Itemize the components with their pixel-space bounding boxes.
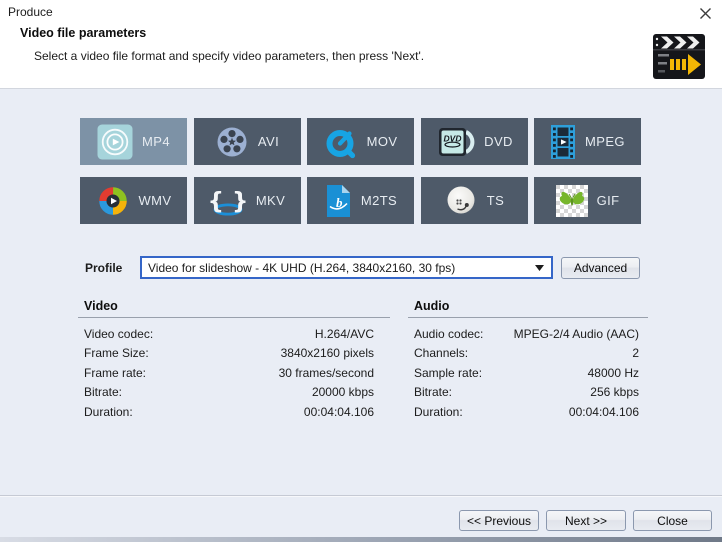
- gif-butterfly-icon: [556, 185, 588, 217]
- detail-row: Frame Size: 3840x2160 pixels: [78, 346, 390, 365]
- format-tile-mkv[interactable]: { } MKV: [194, 177, 301, 224]
- detail-row: Channels: 2: [408, 346, 648, 365]
- profile-label: Profile: [85, 261, 122, 275]
- detail-label: Bitrate:: [84, 385, 122, 399]
- detail-label: Duration:: [84, 405, 133, 419]
- detail-label: Duration:: [414, 405, 463, 419]
- avi-film-reel-icon: [215, 125, 249, 159]
- divider: [408, 317, 648, 318]
- detail-row: Audio codec: MPEG-2/4 Audio (AAC): [408, 327, 648, 346]
- format-tile-wmv[interactable]: WMV: [80, 177, 187, 224]
- mov-quicktime-icon: [324, 125, 358, 159]
- format-tile-avi[interactable]: AVI: [194, 118, 301, 165]
- format-grid: MP4 AVI MOV: [80, 118, 641, 224]
- detail-label: Bitrate:: [414, 385, 452, 399]
- chevron-down-icon: [535, 265, 544, 271]
- detail-row: Sample rate: 48000 Hz: [408, 366, 648, 385]
- ts-satellite-icon: [444, 184, 478, 218]
- format-label: MPEG: [585, 134, 625, 149]
- detail-value: 00:04:04.106: [569, 405, 639, 419]
- wmv-color-wheel-icon: [96, 184, 130, 218]
- detail-value: MPEG-2/4 Audio (AAC): [514, 327, 639, 341]
- detail-value: 00:04:04.106: [304, 405, 374, 419]
- detail-value: 48000 Hz: [588, 366, 639, 380]
- dvd-disc-icon: DVD: [435, 125, 475, 159]
- detail-label: Video codec:: [84, 327, 153, 341]
- format-label: WMV: [139, 193, 172, 208]
- detail-label: Sample rate:: [414, 366, 482, 380]
- format-tile-gif[interactable]: GIF: [534, 177, 641, 224]
- format-tile-dvd[interactable]: DVD DVD: [421, 118, 528, 165]
- profile-dropdown-value: Video for slideshow - 4K UHD (H.264, 384…: [148, 261, 455, 275]
- format-tile-m2ts[interactable]: b M2TS: [307, 177, 414, 224]
- detail-value: 20000 kbps: [312, 385, 374, 399]
- format-label: AVI: [258, 134, 279, 149]
- audio-details-section: Audio Audio codec: MPEG-2/4 Audio (AAC) …: [408, 299, 648, 424]
- advanced-button[interactable]: Advanced: [561, 257, 640, 279]
- detail-row: Bitrate: 256 kbps: [408, 385, 648, 404]
- clapperboard-icon: [653, 31, 709, 81]
- previous-button[interactable]: << Previous: [459, 510, 539, 531]
- mp4-icon: [97, 124, 133, 160]
- format-tile-ts[interactable]: TS: [421, 177, 528, 224]
- audio-heading: Audio: [408, 299, 648, 313]
- detail-row: Duration: 00:04:04.106: [408, 405, 648, 424]
- footer-divider: [0, 495, 722, 497]
- detail-label: Frame Size:: [84, 346, 149, 360]
- detail-row: Video codec: H.264/AVC: [78, 327, 390, 346]
- format-tile-mpeg[interactable]: MPEG: [534, 118, 641, 165]
- format-tile-mp4[interactable]: MP4: [80, 118, 187, 165]
- detail-value: 2: [632, 346, 639, 360]
- svg-text:{ }: { }: [209, 188, 247, 214]
- detail-value: H.264/AVC: [315, 327, 374, 341]
- close-icon[interactable]: [699, 7, 712, 20]
- mpeg-filmstrip-icon: [550, 124, 576, 160]
- next-button[interactable]: Next >>: [546, 510, 626, 531]
- format-label: MKV: [256, 193, 285, 208]
- format-label: DVD: [484, 134, 513, 149]
- mkv-braces-icon: { }: [209, 184, 247, 218]
- page-subtitle: Select a video file format and specify v…: [34, 49, 424, 63]
- format-label: GIF: [597, 193, 620, 208]
- format-label: M2TS: [361, 193, 397, 208]
- detail-value: 3840x2160 pixels: [281, 346, 374, 360]
- profile-dropdown[interactable]: Video for slideshow - 4K UHD (H.264, 384…: [140, 256, 553, 279]
- page-title: Video file parameters: [20, 26, 146, 40]
- detail-label: Audio codec:: [414, 327, 483, 341]
- window-bottom-edge: [0, 537, 722, 542]
- detail-label: Channels:: [414, 346, 468, 360]
- detail-value: 30 frames/second: [279, 366, 374, 380]
- detail-value: 256 kbps: [590, 385, 639, 399]
- produce-dialog: Produce Video file parameters Select a v…: [0, 0, 722, 542]
- divider: [78, 317, 390, 318]
- format-label: MP4: [142, 134, 170, 149]
- close-button[interactable]: Close: [633, 510, 712, 531]
- format-label: TS: [487, 193, 504, 208]
- format-label: MOV: [367, 134, 398, 149]
- detail-row: Frame rate: 30 frames/second: [78, 366, 390, 385]
- window-title: Produce: [8, 5, 53, 19]
- m2ts-bluray-icon: b: [324, 183, 352, 219]
- video-details-section: Video Video codec: H.264/AVC Frame Size:…: [78, 299, 390, 424]
- detail-row: Duration: 00:04:04.106: [78, 405, 390, 424]
- format-tile-mov[interactable]: MOV: [307, 118, 414, 165]
- detail-row: Bitrate: 20000 kbps: [78, 385, 390, 404]
- video-heading: Video: [78, 299, 390, 313]
- detail-label: Frame rate:: [84, 366, 146, 380]
